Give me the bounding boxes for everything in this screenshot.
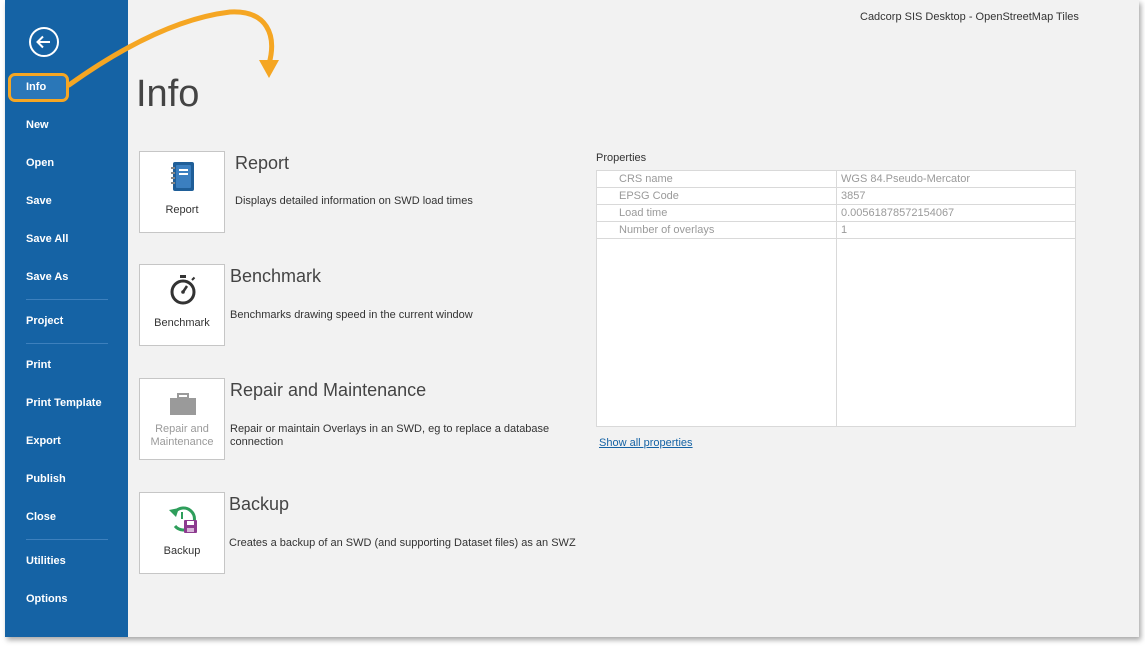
backup-icon bbox=[169, 506, 197, 533]
property-key: Number of overlays bbox=[619, 224, 715, 236]
report-title: Report bbox=[235, 153, 290, 173]
benchmark-button[interactable]: Benchmark bbox=[139, 264, 225, 346]
property-value: 1 bbox=[841, 224, 848, 236]
menu-item-options[interactable]: Options bbox=[26, 592, 68, 606]
property-row[interactable]: Load time 0.00561878572154067 bbox=[597, 205, 1075, 222]
menu-item-print-template[interactable]: Print Template bbox=[26, 396, 102, 410]
menu-separator bbox=[26, 343, 108, 344]
backup-button[interactable]: Backup bbox=[139, 492, 225, 574]
menu-item-save[interactable]: Save bbox=[26, 194, 52, 208]
property-value: 3857 bbox=[841, 190, 866, 202]
menu-item-open[interactable]: Open bbox=[26, 156, 54, 170]
menu-item-print[interactable]: Print bbox=[26, 358, 51, 372]
back-button[interactable] bbox=[29, 27, 59, 57]
benchmark-button-label: Benchmark bbox=[154, 317, 210, 329]
repair-maintenance-description: Repair or maintain Overlays in an SWD, e… bbox=[230, 423, 550, 448]
property-row[interactable]: CRS name WGS 84.Pseudo-Mercator bbox=[597, 171, 1075, 188]
property-row[interactable]: Number of overlays 1 bbox=[597, 222, 1075, 239]
page-title: Info bbox=[136, 73, 200, 115]
repair-maintenance-button-label: Repair and Maintenance bbox=[150, 423, 214, 448]
property-value: WGS 84.Pseudo-Mercator bbox=[841, 173, 970, 185]
menu-item-save-all[interactable]: Save All bbox=[26, 232, 68, 246]
back-arrow-icon bbox=[36, 35, 50, 49]
properties-grid: CRS name WGS 84.Pseudo-Mercator EPSG Cod… bbox=[596, 170, 1076, 427]
backup-title: Backup bbox=[229, 494, 290, 514]
property-row[interactable]: EPSG Code 3857 bbox=[597, 188, 1075, 205]
backstage-sidebar: Info New Open Save Save All Save As Proj… bbox=[5, 0, 128, 637]
repair-maintenance-button[interactable]: Repair and Maintenance bbox=[139, 378, 225, 460]
notebook-icon bbox=[171, 162, 194, 191]
menu-item-export[interactable]: Export bbox=[26, 434, 61, 448]
property-value: 0.00561878572154067 bbox=[841, 207, 955, 219]
report-description: Displays detailed information on SWD loa… bbox=[235, 195, 473, 207]
menu-item-utilities[interactable]: Utilities bbox=[26, 554, 66, 568]
backup-button-label: Backup bbox=[163, 545, 201, 557]
window-title: Cadcorp SIS Desktop - OpenStreetMap Tile… bbox=[860, 11, 1079, 23]
benchmark-description: Benchmarks drawing speed in the current … bbox=[230, 309, 473, 321]
repair-maintenance-title: Repair and Maintenance bbox=[230, 380, 427, 400]
menu-separator bbox=[26, 539, 108, 540]
menu-item-project[interactable]: Project bbox=[26, 314, 63, 328]
benchmark-title: Benchmark bbox=[230, 266, 322, 286]
property-key: Load time bbox=[619, 207, 668, 219]
menu-item-save-as[interactable]: Save As bbox=[26, 270, 68, 284]
backup-description: Creates a backup of an SWD (and supporti… bbox=[229, 537, 576, 549]
report-button-label: Report bbox=[165, 204, 199, 216]
property-key: CRS name bbox=[619, 173, 673, 185]
menu-item-info[interactable]: Info bbox=[26, 80, 46, 94]
menu-item-publish[interactable]: Publish bbox=[26, 472, 66, 486]
property-key: EPSG Code bbox=[619, 190, 679, 202]
menu-item-new[interactable]: New bbox=[26, 118, 49, 132]
report-button[interactable]: Report bbox=[139, 151, 225, 233]
properties-heading: Properties bbox=[596, 152, 647, 164]
show-all-properties-link[interactable]: Show all properties bbox=[599, 437, 693, 449]
menu-item-close[interactable]: Close bbox=[26, 510, 56, 524]
stopwatch-icon bbox=[170, 275, 196, 305]
menu-separator bbox=[26, 299, 108, 300]
backstage-window: Info New Open Save Save All Save As Proj… bbox=[5, 0, 1139, 637]
toolbox-icon bbox=[170, 393, 196, 415]
